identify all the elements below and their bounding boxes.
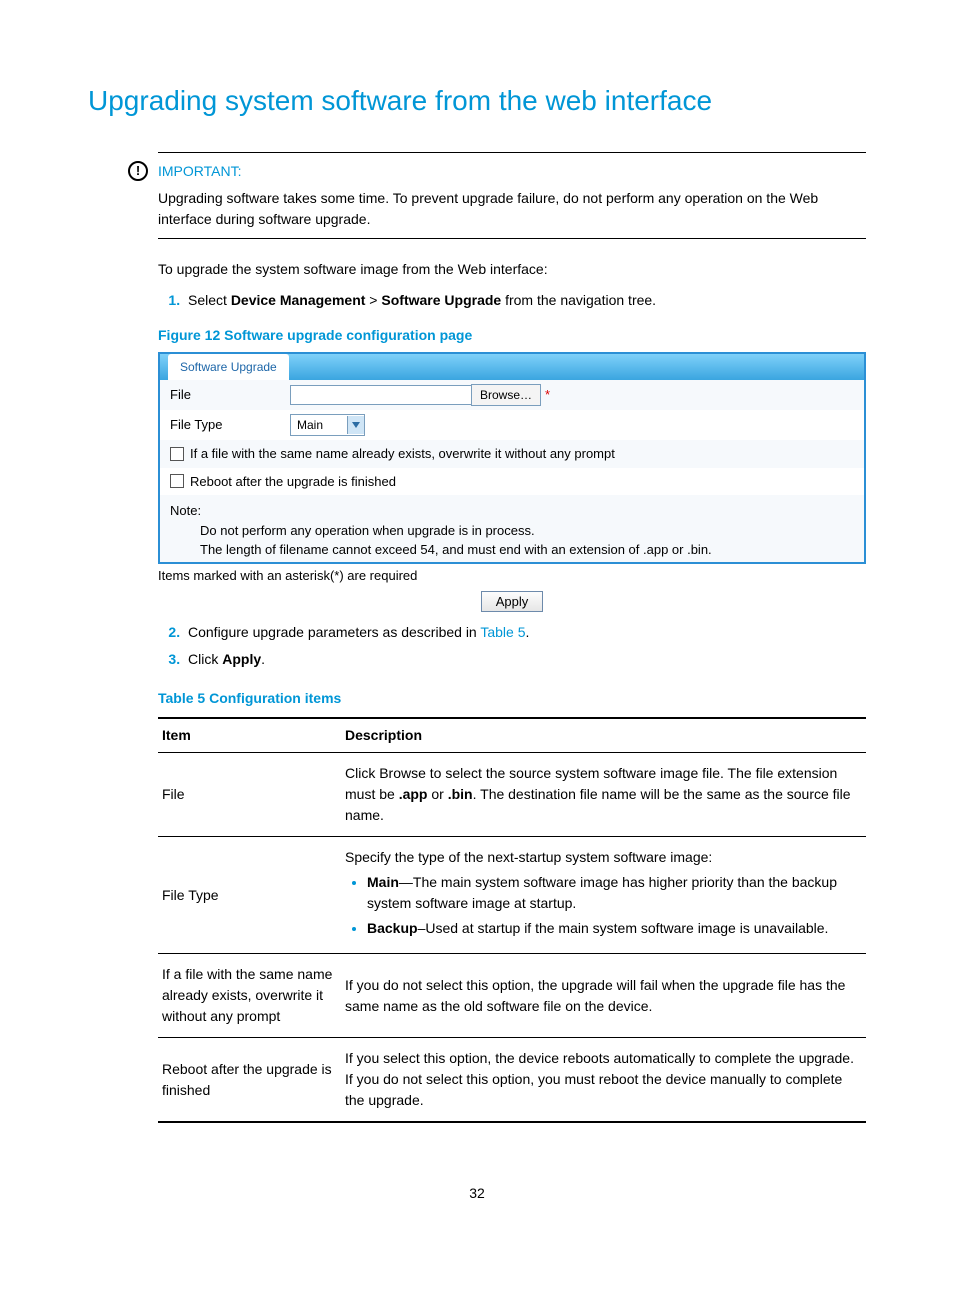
important-text: Upgrading software takes some time. To p… [158, 188, 866, 230]
important-icon: ! [128, 161, 148, 181]
overwrite-checkbox[interactable] [170, 447, 184, 461]
configuration-table: Item Description File Click Browse to se… [158, 717, 866, 1123]
col-item: Item [158, 718, 341, 753]
browse-button[interactable]: Browse… [471, 384, 541, 406]
form-note: Note: Do not perform any operation when … [160, 495, 864, 562]
intro-text: To upgrade the system software image fro… [158, 259, 866, 280]
table-row: File Type Specify the type of the next-s… [158, 837, 866, 954]
step-2: Configure upgrade parameters as describe… [184, 622, 866, 643]
file-input[interactable] [290, 385, 472, 405]
required-star: * [545, 385, 550, 405]
software-upgrade-form: Software Upgrade File Browse… * File Typ… [158, 352, 866, 564]
important-label: IMPORTANT: [158, 161, 866, 182]
reboot-label: Reboot after the upgrade is finished [190, 472, 396, 492]
filetype-label: File Type [170, 415, 290, 435]
tab-software-upgrade[interactable]: Software Upgrade [168, 354, 289, 380]
file-label: File [170, 385, 290, 405]
step-3: Click Apply. [184, 649, 866, 670]
page-title: Upgrading system software from the web i… [88, 80, 866, 122]
table-row: If a file with the same name already exi… [158, 954, 866, 1038]
reboot-checkbox[interactable] [170, 474, 184, 488]
table-caption: Table 5 Configuration items [158, 688, 866, 709]
required-footer: Items marked with an asterisk(*) are req… [158, 566, 866, 586]
figure-caption: Figure 12 Software upgrade configuration… [158, 325, 866, 346]
table-5-link[interactable]: Table 5 [480, 624, 525, 640]
table-row: Reboot after the upgrade is finished If … [158, 1038, 866, 1123]
tab-bar: Software Upgrade [160, 354, 864, 380]
overwrite-label: If a file with the same name already exi… [190, 444, 615, 464]
filetype-select[interactable]: Main [290, 414, 365, 436]
apply-button[interactable]: Apply [481, 591, 544, 612]
important-callout: ! IMPORTANT: Upgrading software takes so… [158, 152, 866, 239]
table-row: File Click Browse to select the source s… [158, 753, 866, 837]
page-number: 32 [88, 1183, 866, 1204]
col-description: Description [341, 718, 866, 753]
filetype-value: Main [291, 416, 347, 434]
chevron-down-icon [347, 416, 364, 434]
step-1: Select Device Management > Software Upgr… [184, 290, 866, 311]
